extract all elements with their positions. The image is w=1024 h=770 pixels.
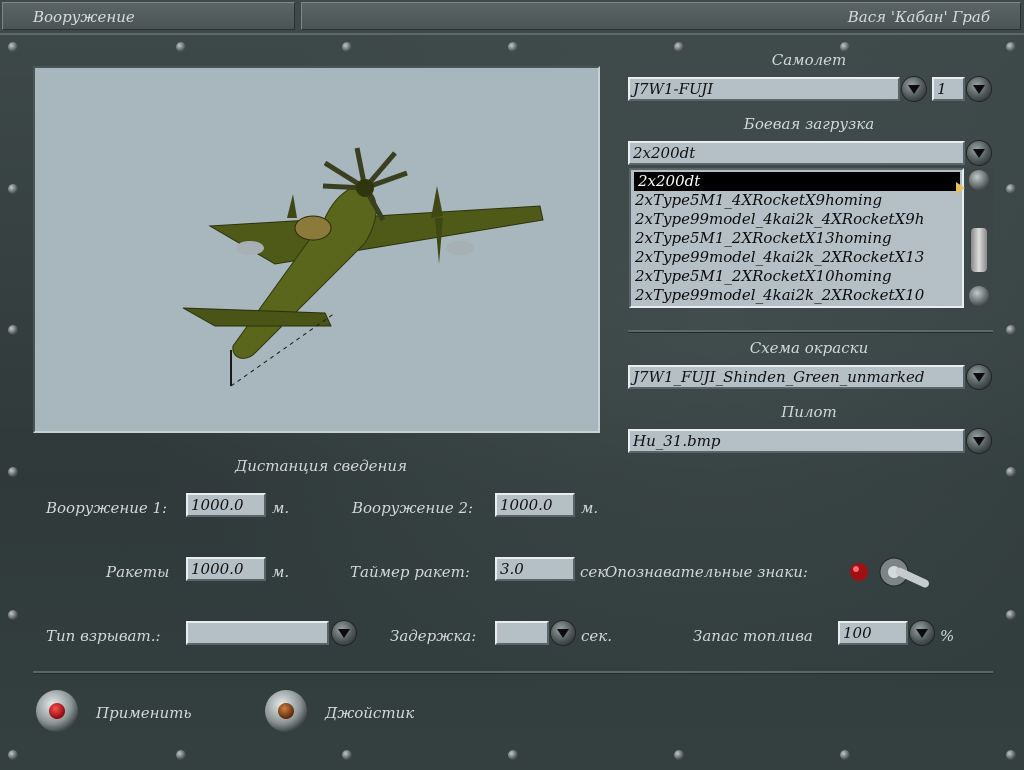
skin-select[interactable]: J7W1_FUJI_Shinden_Green_unmarked — [628, 365, 965, 389]
loadout-chevron-down-icon[interactable] — [967, 141, 991, 165]
loadout-select[interactable]: 2x200dt — [628, 141, 965, 165]
list-item[interactable]: 2x200dt — [634, 172, 960, 191]
weapon1-input[interactable]: 1000.0 — [186, 493, 266, 517]
weapon2-input[interactable]: 1000.0 — [495, 493, 575, 517]
rockets-label: Ракеты — [106, 563, 170, 581]
aircraft-dropdown-chevron-down-icon[interactable] — [902, 77, 926, 101]
list-item[interactable]: 2xType99model_4kai2k_4XRocketX9h — [631, 210, 962, 229]
scroll-down-icon[interactable] — [969, 286, 989, 306]
bolt-icon — [1006, 325, 1016, 335]
list-item[interactable]: 2xType5M1_4XRocketX9homing — [631, 191, 962, 210]
bolt-icon — [8, 42, 18, 52]
bolt-icon — [342, 750, 352, 760]
bolt-icon — [1006, 610, 1016, 620]
rockets-unit: м. — [272, 563, 290, 581]
aircraft-number-select[interactable]: 1 — [932, 77, 965, 101]
timer-unit: сек — [580, 563, 607, 581]
bolt-icon — [8, 184, 18, 194]
title-bar: Вооружение Вася 'Кабан' Граб — [0, 0, 1024, 33]
loadout-list[interactable]: 2x200dt 2xType5M1_4XRocketX9homing 2xTyp… — [629, 168, 964, 308]
bolt-icon — [8, 467, 18, 477]
bolt-icon — [8, 610, 18, 620]
list-item[interactable]: 2xType99model_4kai2k_2XRocketX10 — [631, 286, 962, 305]
list-item[interactable]: 2xType5M1_2XRocketX13homing — [631, 229, 962, 248]
bolt-icon — [1006, 467, 1016, 477]
bolt-icon — [1006, 184, 1016, 194]
markings-toggle[interactable] — [848, 556, 948, 592]
fuel-select[interactable]: 100 — [838, 621, 908, 645]
aircraft-label: Самолет — [771, 51, 847, 69]
fuel-chevron-down-icon[interactable] — [910, 621, 934, 645]
bolt-icon — [1006, 750, 1016, 760]
bolt-icon — [674, 750, 684, 760]
pilot-label: Пилот — [781, 403, 837, 421]
list-item[interactable]: 2xType99model_4kai2k_2XRocketX13 — [631, 248, 962, 267]
bolt-icon — [508, 750, 518, 760]
delay-select[interactable] — [495, 621, 549, 645]
pilot-name: Вася 'Кабан' Граб — [301, 2, 1021, 30]
bolt-icon — [1006, 42, 1016, 52]
timer-label: Таймер ракет: — [350, 563, 470, 581]
delay-unit: сек. — [581, 627, 613, 645]
skin-chevron-down-icon[interactable] — [967, 365, 991, 389]
aircraft-select[interactable]: J7W1-FUJI — [628, 77, 900, 101]
loadout-scrollbar[interactable] — [965, 168, 993, 308]
bolt-icon — [342, 42, 352, 52]
apply-label[interactable]: Применить — [96, 704, 192, 722]
weapon2-label: Вооружение 2: — [352, 499, 474, 517]
bolt-icon — [176, 750, 186, 760]
selection-pointer-icon — [956, 182, 965, 194]
rockets-input[interactable]: 1000.0 — [186, 557, 266, 581]
convergence-heading: Дистанция сведения — [235, 457, 407, 475]
bolt-icon — [8, 750, 18, 760]
amber-light-icon — [278, 703, 294, 719]
bolt-icon — [508, 42, 518, 52]
aircraft-preview[interactable] — [33, 66, 600, 433]
bolt-icon — [8, 325, 18, 335]
toggle-switch-icon — [850, 557, 930, 588]
delay-chevron-down-icon[interactable] — [551, 621, 575, 645]
fuse-label: Тип взрыват.: — [46, 627, 161, 645]
aircraft-number-chevron-down-icon[interactable] — [967, 77, 991, 101]
delay-label: Задержка: — [390, 627, 477, 645]
pilot-select[interactable]: Hu_31.bmp — [628, 429, 965, 453]
timer-input[interactable]: 3.0 — [495, 557, 575, 581]
fuse-select[interactable] — [186, 621, 329, 645]
markings-label: Опознавательные знаки: — [605, 563, 808, 581]
joystick-label[interactable]: Джойстик — [325, 704, 414, 722]
skin-label: Схема окраски — [749, 339, 869, 357]
aircraft-model-icon — [182, 147, 544, 387]
divider — [628, 330, 993, 333]
apply-button[interactable] — [36, 690, 78, 732]
weapon1-unit: м. — [272, 499, 290, 517]
red-light-icon — [49, 703, 65, 719]
fuel-label: Запас топлива — [693, 627, 813, 645]
bolt-icon — [176, 42, 186, 52]
fuse-chevron-down-icon[interactable] — [332, 621, 356, 645]
pilot-chevron-down-icon[interactable] — [967, 429, 991, 453]
scroll-up-icon[interactable] — [969, 170, 989, 190]
bolt-icon — [840, 750, 850, 760]
screen-title: Вооружение — [2, 2, 295, 30]
divider — [33, 671, 993, 674]
list-item[interactable]: 2xType5M1_2XRocketX10homing — [631, 267, 962, 286]
scroll-thumb[interactable] — [971, 228, 987, 272]
weapon1-label: Вооружение 1: — [46, 499, 168, 517]
loadout-label: Боевая загрузка — [743, 115, 875, 133]
weapon2-unit: м. — [581, 499, 599, 517]
joystick-button[interactable] — [265, 690, 307, 732]
fuel-unit: % — [940, 627, 955, 645]
